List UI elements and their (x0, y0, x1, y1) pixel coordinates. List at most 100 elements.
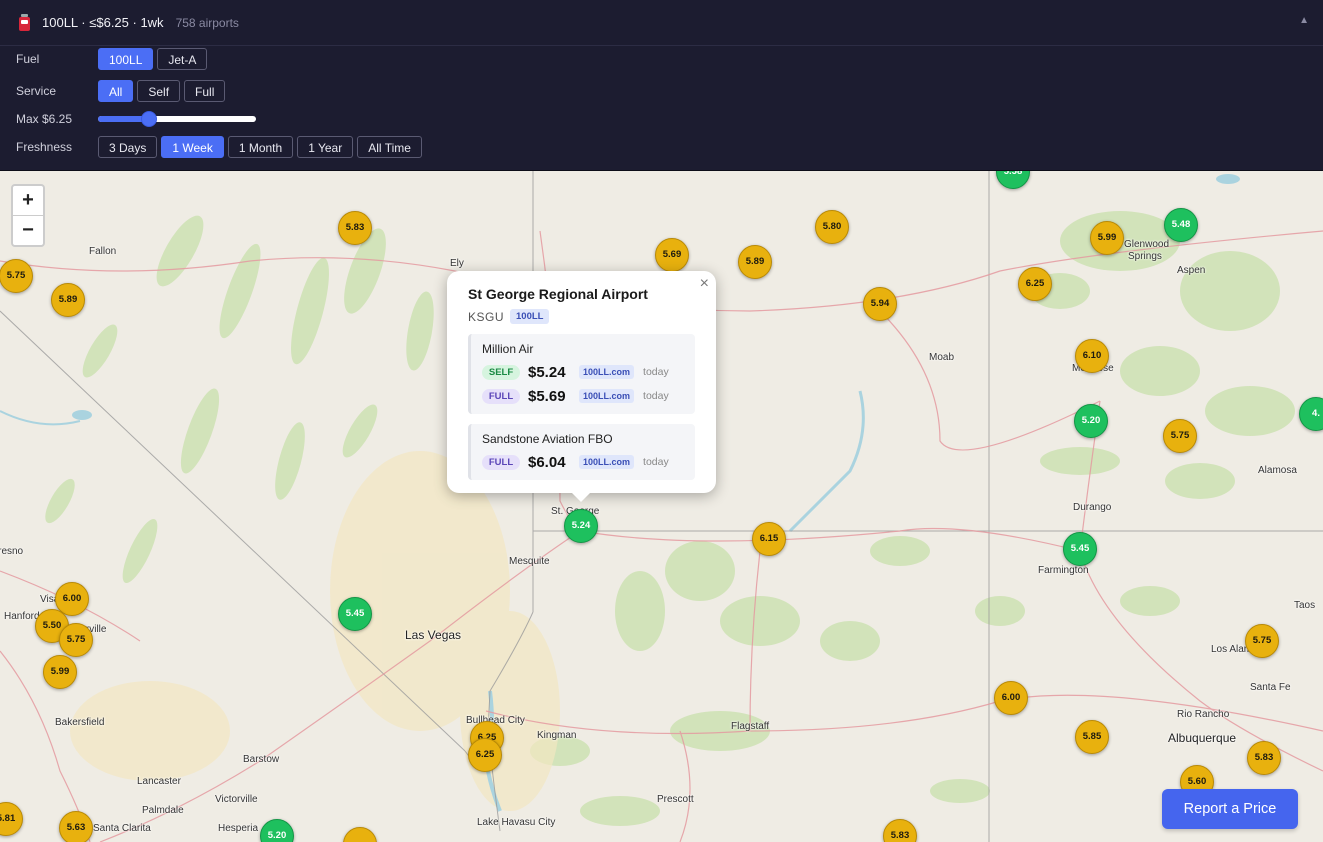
filter-panel: 100LL · ≤$6.25 · 1wk 758 airports ▲ Fuel… (0, 0, 1323, 171)
place-label: Moab (929, 352, 955, 363)
max-price-label: Max $6.25 (16, 112, 73, 126)
place-label: Springs (1128, 251, 1162, 262)
airport-name: St George Regional Airport (468, 286, 648, 302)
service-badge: FULL (482, 454, 520, 470)
place-label: Hesperia (218, 823, 259, 834)
price-marker[interactable]: 5.75 (59, 623, 93, 657)
service-badge: FULL (482, 388, 520, 404)
price-marker[interactable]: 6.25 (468, 738, 502, 772)
place-label: Farmington (1038, 565, 1089, 576)
price-marker[interactable]: 5.75 (1163, 419, 1197, 453)
place-label: Glenwood (1124, 239, 1170, 250)
price-age: today (643, 390, 669, 402)
place-label: Palmdale (142, 805, 184, 816)
fuel-option-100ll[interactable]: 100LL (98, 48, 154, 70)
price-source[interactable]: 100LL.com (579, 455, 635, 469)
freshness-label: Freshness (16, 140, 73, 154)
fuel-type-badge: 100LL (510, 309, 550, 324)
price-marker[interactable]: 5.69 (655, 238, 689, 272)
slider-handle[interactable] (140, 111, 157, 127)
fuel-label: Fuel (16, 52, 40, 66)
fuel-price: $5.69 (528, 387, 566, 405)
service-option-all[interactable]: All (98, 80, 134, 102)
place-label: Barstow (243, 754, 280, 765)
collapse-icon[interactable]: ▲ (1299, 15, 1309, 26)
price-marker[interactable]: 5.75 (1245, 624, 1279, 658)
place-label: Taos (1294, 600, 1316, 611)
price-marker[interactable]: 5.99 (43, 655, 77, 689)
price-source[interactable]: 100LL.com (579, 389, 635, 403)
zoom-out-button[interactable]: − (13, 215, 43, 245)
place-label: Flagstaff (731, 721, 770, 732)
price-marker[interactable]: 6.10 (1075, 339, 1109, 373)
place-label: Bakersfield (55, 717, 105, 728)
price-marker[interactable]: 5.80 (815, 210, 849, 244)
price-marker[interactable]: 5.63 (59, 811, 93, 842)
price-source[interactable]: 100LL.com (579, 365, 635, 379)
price-row: FULL $6.04 100LL.com today (482, 450, 685, 474)
service-badge: SELF (482, 364, 520, 380)
price-marker[interactable]: 5.24 (564, 509, 598, 543)
price-marker[interactable]: 5.83 (1247, 741, 1281, 775)
close-icon[interactable]: × (700, 275, 709, 293)
price-marker[interactable]: 6.00 (994, 681, 1028, 715)
airport-count: 758 airports (175, 15, 239, 30)
zoom-control: + − (11, 184, 45, 247)
fuel-price: $5.24 (528, 363, 566, 381)
fuel-pump-icon (18, 13, 32, 32)
fbo-card: Million Air SELF $5.24 100LL.com today F… (468, 334, 695, 414)
price-marker[interactable]: 5.85 (1075, 720, 1109, 754)
price-age: today (643, 456, 669, 468)
price-marker[interactable]: 5.20 (1074, 404, 1108, 438)
price-marker[interactable]: 5.94 (863, 287, 897, 321)
service-option-full[interactable]: Full (184, 80, 226, 102)
freshness-option-1-year[interactable]: 1 Year (297, 136, 354, 158)
place-label: Durango (1073, 502, 1112, 513)
freshness-option-all-time[interactable]: All Time (357, 136, 422, 158)
service-label: Service (16, 84, 57, 98)
price-marker[interactable]: 5.45 (338, 597, 372, 631)
service-option-self[interactable]: Self (137, 80, 181, 102)
price-row: FULL $5.69 100LL.com today (482, 384, 685, 408)
price-marker[interactable]: 6.15 (752, 522, 786, 556)
filter-summary: 100LL · ≤$6.25 · 1wk (42, 15, 164, 30)
price-marker[interactable]: 6.25 (1018, 267, 1052, 301)
price-marker[interactable]: 5.83 (338, 211, 372, 245)
place-label: Ely (450, 258, 464, 269)
freshness-row: Freshness 3 Days 1 Week 1 Month 1 Year A… (16, 136, 426, 158)
place-label: Hanford (4, 611, 40, 622)
place-label: Lancaster (137, 776, 181, 787)
price-marker[interactable]: 5.89 (51, 283, 85, 317)
service-row: Service All Self Full (16, 80, 229, 102)
price-marker[interactable]: 5.89 (738, 245, 772, 279)
fbo-card: Sandstone Aviation FBO FULL $6.04 100LL.… (468, 424, 695, 480)
report-price-button[interactable]: Report a Price (1162, 789, 1298, 829)
place-label: Alamosa (1258, 465, 1297, 476)
max-price-row: Max $6.25 (16, 108, 256, 130)
place-label: Las Vegas (405, 628, 462, 642)
place-label: Lake Havasu City (477, 817, 556, 828)
fuel-option-jet-a[interactable]: Jet-A (157, 48, 208, 70)
place-label: Victorville (215, 794, 258, 805)
place-label: Albuquerque (1168, 731, 1237, 745)
price-marker[interactable]: 5.48 (1164, 208, 1198, 242)
price-marker[interactable]: 5.75 (0, 259, 33, 293)
freshness-option-1-month[interactable]: 1 Month (227, 136, 294, 158)
zoom-in-button[interactable]: + (13, 186, 43, 215)
place-label: Kingman (537, 730, 577, 741)
price-marker[interactable]: 5.99 (1090, 221, 1124, 255)
airport-code: KSGU (468, 309, 505, 324)
fuel-price: $6.04 (528, 453, 566, 471)
fuel-row: Fuel 100LL Jet-A (16, 48, 211, 70)
panel-header[interactable]: 100LL · ≤$6.25 · 1wk 758 airports ▲ (0, 0, 1323, 46)
place-label: Rio Rancho (1177, 709, 1230, 720)
price-marker[interactable]: 5.45 (1063, 532, 1097, 566)
price-age: today (643, 366, 669, 378)
price-row: SELF $5.24 100LL.com today (482, 360, 685, 384)
freshness-option-3-days[interactable]: 3 Days (98, 136, 158, 158)
place-label: Santa Clarita (93, 823, 151, 834)
freshness-option-1-week[interactable]: 1 Week (161, 136, 224, 158)
max-price-slider[interactable] (98, 111, 256, 127)
place-label: Fresno (0, 546, 24, 557)
place-label: Fallon (89, 246, 117, 257)
